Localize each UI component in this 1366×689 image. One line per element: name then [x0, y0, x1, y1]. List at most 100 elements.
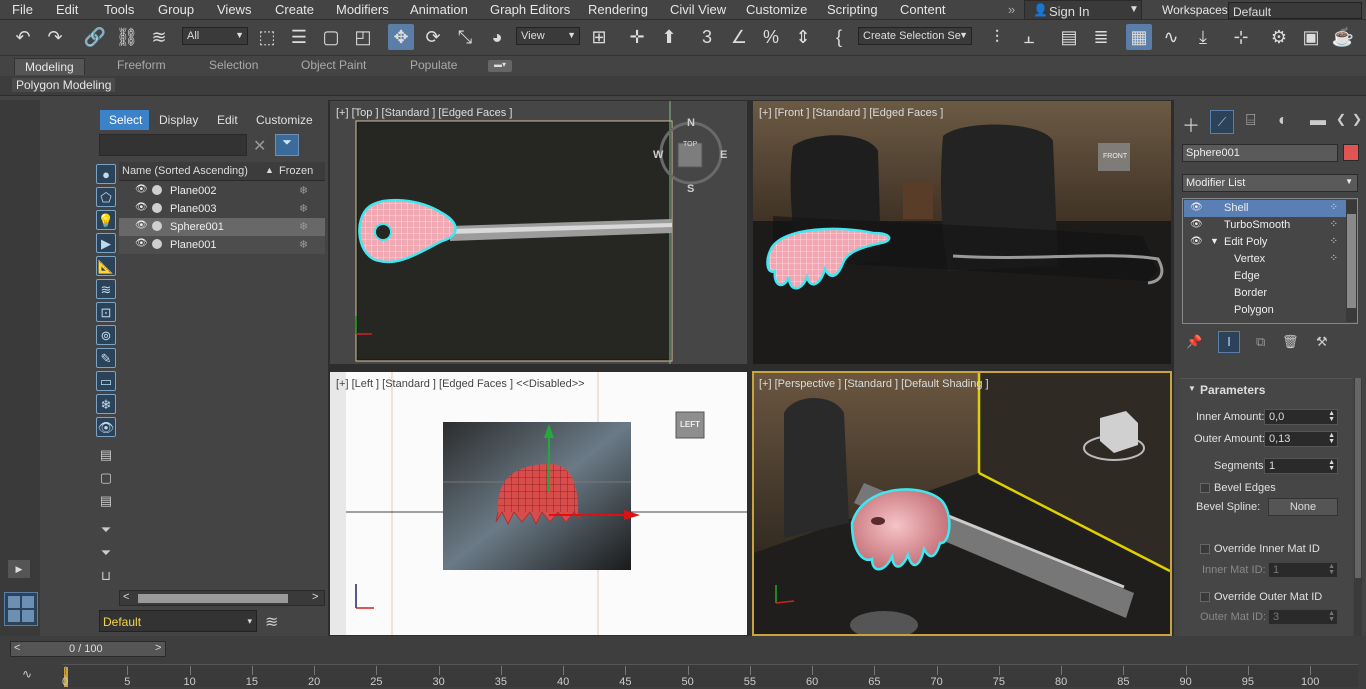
- modify-tab-icon[interactable]: ⟋: [1210, 110, 1234, 134]
- menu-group[interactable]: Group: [158, 2, 194, 17]
- menu-overflow-icon[interactable]: »: [1008, 2, 1015, 17]
- menu-customize[interactable]: Customize: [746, 2, 807, 17]
- material-editor-icon[interactable]: ⊹: [1228, 24, 1254, 50]
- viewcube-top-label[interactable]: TOP: [683, 141, 697, 148]
- menu-views[interactable]: Views: [217, 2, 251, 17]
- freeze-icon[interactable]: ❄: [299, 220, 308, 233]
- bevel-edges-checkbox[interactable]: [1200, 483, 1210, 493]
- scene-tab-select[interactable]: Select: [100, 110, 149, 130]
- workspace-select[interactable]: Default: [1228, 2, 1362, 19]
- selection-filter[interactable]: All ▼: [182, 27, 248, 45]
- eye-icon[interactable]: 👁: [135, 202, 148, 213]
- stack-sub-edge[interactable]: Edge: [1184, 268, 1346, 285]
- expand-arrow-icon[interactable]: ▶: [8, 560, 30, 578]
- curve-editor-mini-icon[interactable]: ∿: [22, 667, 32, 681]
- stack-scroll-thumb[interactable]: [1347, 214, 1356, 308]
- modifier-settings-icon[interactable]: ⁘: [1330, 202, 1338, 213]
- eye-icon[interactable]: 👁: [1190, 202, 1203, 213]
- menu-rendering[interactable]: Rendering: [588, 2, 648, 17]
- align-icon[interactable]: ⫠: [1016, 24, 1042, 50]
- display-cameras-icon[interactable]: ▶: [96, 233, 116, 253]
- viewport-top-label[interactable]: [+] [Top ] [Standard ] [Edged Faces ]: [336, 107, 512, 119]
- viewport-perspective-label[interactable]: [+] [Perspective ] [Standard ] [Default …: [759, 378, 989, 390]
- col-name-header[interactable]: Name (Sorted Ascending): [122, 165, 248, 177]
- display-hidden-icon[interactable]: 👁: [96, 417, 116, 437]
- viewport-layout-icon[interactable]: [4, 592, 38, 626]
- rotate-icon[interactable]: ⟳: [420, 24, 446, 50]
- ribbon-tab-modeling[interactable]: Modeling: [14, 58, 85, 75]
- layer-select[interactable]: Default ▾: [99, 610, 257, 632]
- sign-in-dropdown[interactable]: 👤 Sign In ▼: [1024, 0, 1142, 20]
- eye-icon[interactable]: 👁: [135, 238, 148, 249]
- layers-icon[interactable]: ≋: [265, 612, 278, 632]
- viewcube-front-label[interactable]: FRONT: [1103, 153, 1127, 160]
- tab-scroll-left-icon[interactable]: ❮: [1336, 112, 1346, 126]
- sync-selection-icon[interactable]: ⊔: [96, 566, 116, 586]
- menu-content[interactable]: Content: [900, 2, 946, 17]
- scroll-right-icon[interactable]: >: [312, 591, 318, 603]
- display-shapes-icon[interactable]: ⬠: [96, 187, 116, 207]
- eye-icon[interactable]: 👁: [135, 220, 148, 231]
- scale-icon[interactable]: ⤡: [452, 24, 478, 50]
- unlink-icon[interactable]: ⛓: [114, 24, 140, 50]
- curve-editor-icon[interactable]: ∿: [1158, 24, 1184, 50]
- bind-space-warp-icon[interactable]: ≋: [146, 24, 172, 50]
- rectangular-selection-icon[interactable]: ▢: [318, 24, 344, 50]
- object-name-field[interactable]: Sphere001: [1182, 144, 1338, 162]
- filter-icon[interactable]: ⏷: [275, 134, 299, 156]
- create-tab-icon[interactable]: ＋: [1182, 112, 1200, 138]
- modifier-settings-icon[interactable]: ⁘: [1330, 219, 1338, 230]
- rollout-scroll-thumb[interactable]: [1355, 378, 1361, 578]
- object-color-swatch[interactable]: [1343, 144, 1359, 161]
- viewport-perspective[interactable]: [+] [Perspective ] [Standard ] [Default …: [752, 371, 1172, 636]
- viewport-left-label[interactable]: [+] [Left ] [Standard ] [Edged Faces ] <…: [336, 378, 585, 390]
- scene-explorer-icon[interactable]: ▤: [1056, 24, 1082, 50]
- display-geometry-icon[interactable]: ●: [96, 164, 116, 184]
- window-crossing-icon[interactable]: ◰: [350, 24, 376, 50]
- layer-explorer-icon[interactable]: ≣: [1088, 24, 1114, 50]
- scene-tab-edit[interactable]: Edit: [217, 113, 238, 127]
- display-helpers-icon[interactable]: 📐: [96, 256, 116, 276]
- spinner-arrows-icon[interactable]: ▲ ▼: [1328, 410, 1335, 423]
- scene-row-plane002[interactable]: 👁 Plane002 ❄: [119, 182, 325, 200]
- freeze-icon[interactable]: ❄: [299, 202, 308, 215]
- angle-snap-icon[interactable]: ∠: [726, 24, 752, 50]
- tab-scroll-right-icon[interactable]: ❯: [1352, 112, 1362, 126]
- modifier-settings-icon[interactable]: ⁘: [1330, 253, 1338, 264]
- hierarchy-tab-icon[interactable]: ⌸: [1246, 112, 1256, 130]
- redo-icon[interactable]: ↷: [42, 24, 68, 50]
- display-tab-icon[interactable]: ▬: [1310, 112, 1326, 130]
- spinner-arrows-icon[interactable]: ▲ ▼: [1328, 610, 1335, 623]
- display-all-icon[interactable]: ▤: [96, 445, 116, 465]
- spinner-arrows-icon[interactable]: ▲ ▼: [1328, 459, 1335, 472]
- schematic-view-icon[interactable]: ⤓: [1190, 24, 1216, 50]
- freeze-icon[interactable]: ❄: [299, 238, 308, 251]
- modifier-list-dropdown[interactable]: Modifier List ▼: [1182, 174, 1358, 192]
- ribbon-sub-label[interactable]: Polygon Modeling: [12, 78, 116, 92]
- rollout-title[interactable]: Parameters: [1200, 383, 1265, 397]
- time-next-icon[interactable]: >: [155, 642, 161, 654]
- eye-icon[interactable]: 👁: [1190, 236, 1203, 247]
- spinner-snap-icon[interactable]: ⇕: [790, 24, 816, 50]
- outer-mat-id-spinner[interactable]: 3 ▲ ▼: [1268, 609, 1338, 625]
- ribbon-tab-populate[interactable]: Populate: [410, 58, 457, 75]
- viewport-top[interactable]: [+] [Top ] [Standard ] [Edged Faces ] TO…: [330, 101, 747, 364]
- ribbon-tab-freeform[interactable]: Freeform: [117, 58, 166, 75]
- viewcube-left-label[interactable]: LEFT: [680, 420, 700, 429]
- eye-icon[interactable]: 👁: [1190, 219, 1203, 230]
- outer-amount-spinner[interactable]: 0,13 ▲ ▼: [1264, 431, 1338, 447]
- scene-tab-customize[interactable]: Customize: [256, 113, 313, 127]
- rollout-scrollbar[interactable]: [1354, 378, 1362, 636]
- viewport-left[interactable]: [+] [Left ] [Standard ] [Edged Faces ] <…: [330, 372, 747, 635]
- time-prev-icon[interactable]: <: [14, 642, 20, 654]
- move-icon[interactable]: ✥: [388, 24, 414, 50]
- ribbon-tab-object-paint[interactable]: Object Paint: [301, 58, 366, 75]
- display-lights-icon[interactable]: 💡: [96, 210, 116, 230]
- viewport-front-label[interactable]: [+] [Front ] [Standard ] [Edged Faces ]: [759, 107, 943, 119]
- render-production-icon[interactable]: ☕: [1330, 24, 1356, 50]
- place-icon[interactable]: ◕: [484, 24, 510, 50]
- horizontal-scrollbar[interactable]: < >: [119, 590, 325, 606]
- menu-graph-editors[interactable]: Graph Editors: [490, 2, 570, 17]
- toggle-ribbon-icon[interactable]: ▦: [1126, 24, 1152, 50]
- spinner-arrows-icon[interactable]: ▲ ▼: [1328, 432, 1335, 445]
